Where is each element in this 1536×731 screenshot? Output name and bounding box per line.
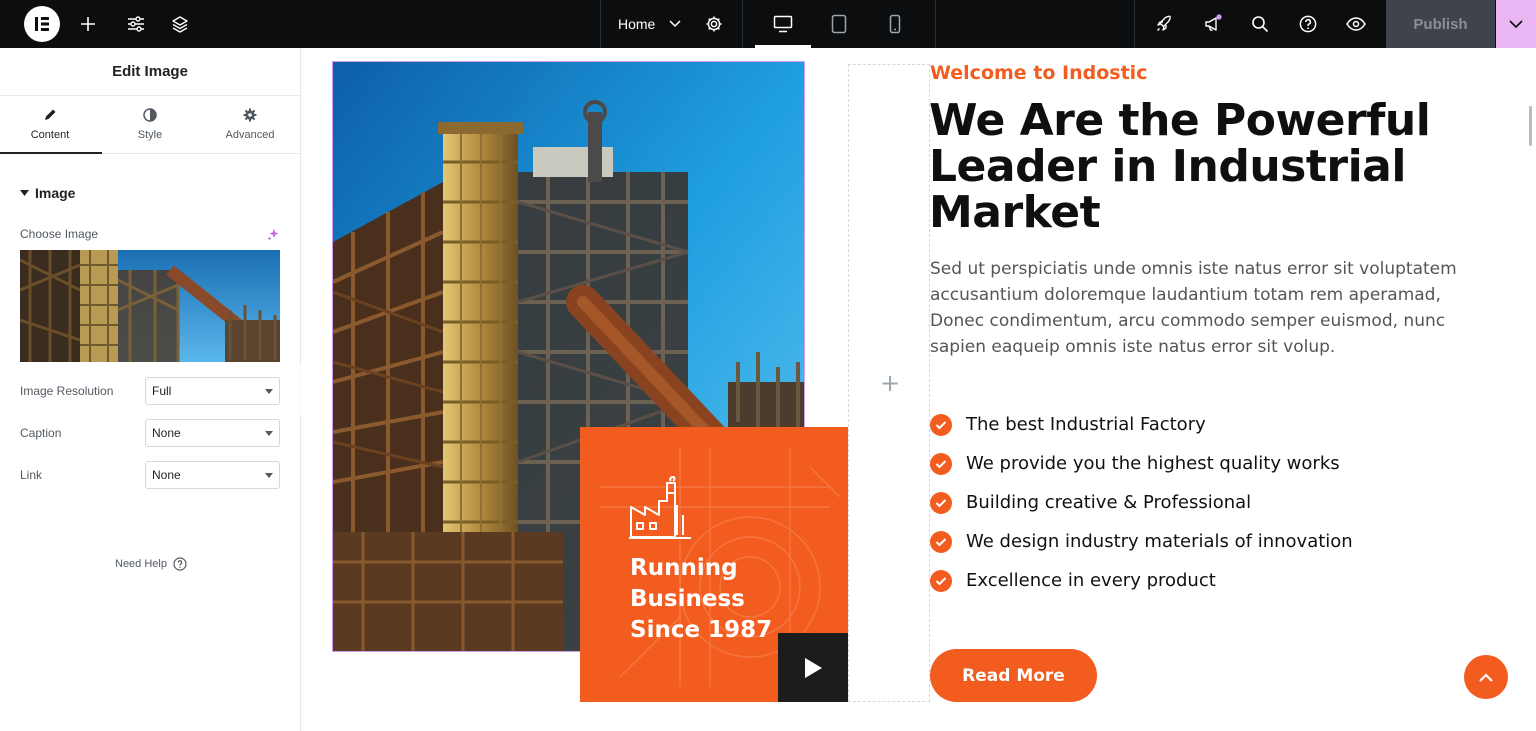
feature-text: Building creative & Professional [966,492,1252,513]
list-item: We design industry materials of innovati… [930,522,1353,561]
feature-text: We design industry materials of innovati… [966,531,1353,552]
search-icon[interactable] [1248,0,1272,48]
active-tab-indicator [0,152,102,154]
scroll-to-top-button[interactable] [1464,655,1508,699]
canvas-scrollbar[interactable] [1529,106,1532,146]
check-circle-icon [930,452,952,475]
chevron-down-icon [1509,19,1523,28]
tablet-view-icon[interactable] [828,0,850,48]
caret-down-icon [265,389,273,394]
site-settings-icon[interactable] [120,0,152,48]
help-circle-icon [173,557,187,571]
tab-content[interactable]: Content [0,96,100,153]
panel-tabs: Content Style Advanced [0,96,300,154]
notifications-megaphone-icon[interactable] [1200,0,1226,48]
rocket-icon[interactable] [1152,0,1176,48]
tab-advanced[interactable]: Advanced [200,96,300,153]
list-item: Building creative & Professional [930,483,1353,522]
caption-label: Caption [20,426,62,440]
check-circle-icon [930,413,952,436]
gear-icon [243,108,257,122]
resolution-label: Image Resolution [20,384,114,398]
page-settings-gear-icon[interactable] [700,0,728,48]
feature-text: Excellence in every product [966,570,1216,591]
play-icon [805,657,822,678]
select-value: Full [152,384,172,398]
check-circle-icon [930,530,952,553]
add-widget-plus-icon[interactable]: + [880,369,900,397]
list-item: Excellence in every product [930,561,1353,600]
section-title: Image [35,185,76,201]
page-selector[interactable]: Home [618,0,681,48]
elementor-logo-icon[interactable] [24,6,60,42]
image-thumbnail[interactable] [20,250,280,362]
choose-image-label: Choose Image [20,227,99,241]
separator [600,0,601,48]
chevron-down-icon [669,20,681,28]
select-value: None [152,426,181,440]
publish-button[interactable]: Publish [1386,0,1495,48]
check-circle-icon [930,491,952,514]
pencil-icon [45,109,56,120]
need-help-link[interactable]: Need Help [115,557,187,571]
card-line: Business [630,586,745,612]
read-more-button[interactable]: Read More [930,649,1097,702]
list-item: We provide you the highest quality works [930,444,1353,483]
page-selector-label: Home [618,16,656,32]
section-heading: We Are the Powerful Leader in Industrial… [929,95,1431,238]
feature-text: We provide you the highest quality works [966,453,1340,474]
editor-topbar: Home Publish [0,0,1536,48]
caption-select[interactable]: None [145,419,280,447]
check-circle-icon [930,569,952,592]
link-label: Link [20,468,43,482]
ai-sparkle-icon[interactable] [267,228,280,246]
preview-eye-icon[interactable] [1344,0,1368,48]
factory-icon [629,476,691,539]
add-element-icon[interactable] [72,0,104,48]
need-help-label: Need Help [115,558,167,570]
desktop-view-icon[interactable] [770,0,796,48]
half-circle-icon [143,108,157,122]
feature-text: The best Industrial Factory [966,414,1206,435]
running-business-card: Running Business Since 1987 [580,427,848,702]
separator [1134,0,1135,48]
panel-title: Edit Image [0,48,300,96]
mobile-view-icon[interactable] [885,0,905,48]
caret-down-icon [265,473,273,478]
section-paragraph: Sed ut perspiciatis unde omnis iste natu… [930,259,1457,357]
list-item: The best Industrial Factory [930,405,1353,444]
feature-list: The best Industrial Factory We provide y… [930,405,1353,600]
caret-down-icon [265,431,273,436]
tab-style[interactable]: Style [100,96,200,153]
editor-canvas: + Running Business Since 1987 Welcome to… [301,48,1536,731]
separator [935,0,936,48]
separator [742,0,743,48]
editor-panel: Edit Image Content Style Advanced Image … [0,48,301,731]
help-icon[interactable] [1296,0,1320,48]
link-select[interactable]: None [145,461,280,489]
chevron-up-icon [1479,672,1493,682]
select-value: None [152,468,181,482]
resolution-select[interactable]: Full [145,377,280,405]
publish-options-button[interactable] [1496,0,1536,48]
tab-label: Content [30,129,70,141]
caret-down-icon [20,190,29,196]
structure-layers-icon[interactable] [164,0,196,48]
play-video-button[interactable] [778,633,848,702]
tab-label: Advanced [225,129,275,141]
section-toggle-image[interactable]: Image [20,185,75,201]
section-subtitle: Welcome to Indostic [930,62,1148,84]
card-line: Running [630,555,738,581]
tab-label: Style [137,129,163,141]
